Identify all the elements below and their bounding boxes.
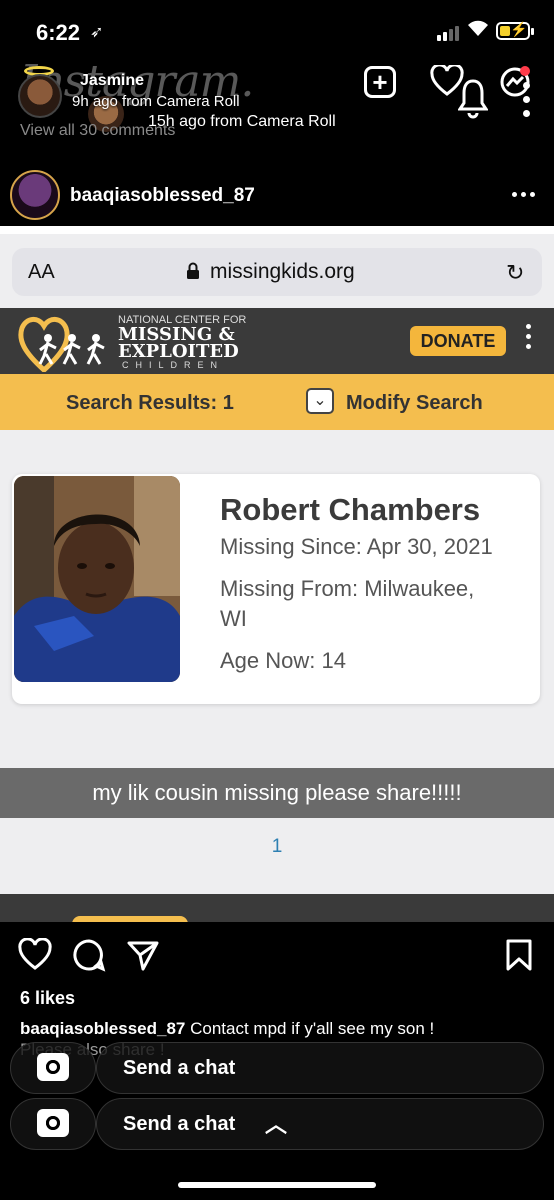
post-caption: baaqiasoblessed_87 Contact mpd if y'all … [20, 1018, 540, 1040]
reader-mode-button[interactable]: AA [28, 261, 55, 284]
site-header: NATIONAL CENTER FOR MISSING & EXPLOITED … [0, 308, 554, 374]
caption-username[interactable]: baaqiasoblessed_87 [20, 1019, 185, 1038]
post-image: AA missingkids.org ↻ NATIONAL CENTER FOR… [0, 226, 554, 922]
child-photo [14, 476, 180, 682]
chat-bar: Send a chat [0, 1040, 554, 1096]
view-all-comments-link[interactable]: View all 30 comments [20, 122, 175, 140]
site-footer [0, 894, 554, 922]
modify-search-button[interactable]: Modify Search [346, 392, 483, 415]
new-post-button[interactable]: + [364, 66, 396, 98]
send-chat-input[interactable]: Send a chat ︿ [96, 1098, 544, 1150]
chevron-down-icon[interactable]: ⌄ [306, 388, 334, 414]
story-username[interactable]: Jasmine [80, 72, 144, 90]
org-name-line: CHILDREN [122, 360, 225, 370]
share-icon[interactable] [126, 938, 160, 972]
bell-icon[interactable] [456, 76, 490, 120]
camera-icon [37, 1053, 69, 1081]
home-indicator[interactable] [178, 1182, 376, 1188]
chat-bar: Send a chat ︿ [0, 1096, 554, 1152]
clock: 6:22 [36, 20, 81, 45]
story-timestamp: 9h ago from Camera Roll [72, 93, 240, 110]
post-header: baaqiasoblessed_87 [0, 164, 554, 226]
browser-address-bar[interactable]: AA missingkids.org ↻ [12, 248, 542, 296]
comment-icon[interactable] [72, 938, 106, 972]
donate-button[interactable]: DONATE [410, 326, 506, 356]
image-caption-overlay: my lik cousin missing please share!!!!! [0, 768, 554, 818]
pagination-link[interactable]: 1 [0, 836, 554, 858]
age-now: Age Now: 14 [220, 648, 346, 673]
status-bar: 6:22 ➶ ⚡ [0, 0, 554, 62]
avatar[interactable] [10, 170, 60, 220]
child-name: Robert Chambers [220, 492, 481, 527]
camera-button[interactable] [10, 1042, 96, 1094]
org-name-main: MISSING & EXPLOITED [118, 324, 239, 362]
bookmark-icon[interactable] [504, 938, 534, 972]
post-username[interactable]: baaqiasoblessed_87 [70, 185, 255, 207]
more-vertical-icon[interactable] [526, 324, 531, 349]
chevron-up-icon[interactable]: ︿ [265, 1107, 287, 1139]
more-horizontal-icon[interactable] [512, 192, 535, 197]
story-timestamp: 15h ago from Camera Roll [148, 113, 336, 130]
like-count[interactable]: 6 likes [20, 988, 75, 1009]
reload-icon[interactable]: ↻ [506, 260, 524, 286]
post-actions [0, 938, 554, 978]
avatar[interactable] [18, 74, 62, 118]
camera-icon [37, 1109, 69, 1137]
like-icon[interactable] [18, 938, 52, 972]
send-chat-label: Send a chat [123, 1057, 236, 1079]
lock-icon [186, 262, 200, 280]
wifi-icon [466, 18, 490, 44]
missing-child-card[interactable]: Robert Chambers Missing Since: Apr 30, 2… [12, 474, 540, 704]
caption-text: Contact mpd if y'all see my son ! [190, 1019, 435, 1038]
cellular-signal-icon [437, 26, 459, 41]
send-chat-label: Send a chat [123, 1113, 236, 1135]
location-arrow-icon: ➶ [90, 24, 104, 41]
ncmec-logo-icon [18, 317, 105, 372]
camera-button[interactable] [10, 1098, 96, 1150]
battery-icon: ⚡ [496, 21, 530, 40]
results-count: Search Results: 1 [66, 392, 234, 414]
more-vertical-icon[interactable] [520, 76, 532, 122]
missing-from: Missing From: Milwaukee, [220, 576, 475, 601]
missing-from-state: WI [220, 606, 247, 631]
send-chat-input[interactable]: Send a chat [96, 1042, 544, 1094]
url-text: missingkids.org [210, 260, 355, 283]
notification-badge [520, 66, 530, 76]
search-results-bar: Search Results: 1 ⌄ Modify Search [0, 374, 554, 430]
missing-since: Missing Since: Apr 30, 2021 [220, 534, 493, 559]
